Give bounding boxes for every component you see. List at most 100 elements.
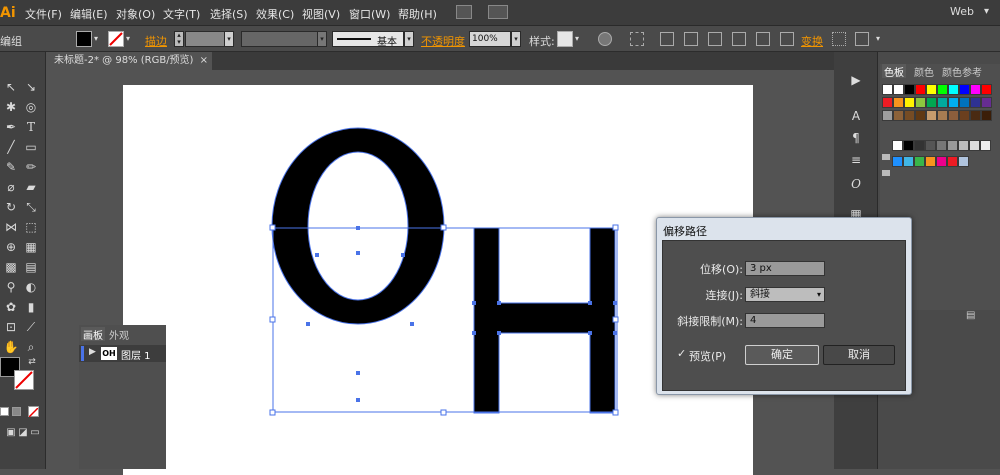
color-swatch[interactable]: [914, 156, 925, 167]
color-swatch[interactable]: [892, 156, 903, 167]
menu-view[interactable]: 视图(V): [302, 6, 340, 22]
rectangle-tool-icon[interactable]: ▭: [22, 138, 40, 156]
layer-name[interactable]: 图层 1: [121, 347, 151, 362]
stroke-weight-dropdown[interactable]: ▾: [224, 31, 234, 47]
variable-width-dropdown[interactable]: ▾: [317, 31, 327, 47]
menu-file[interactable]: 文件(F): [25, 6, 62, 22]
shape-builder-icon[interactable]: ⊕: [2, 238, 20, 256]
align-center-icon[interactable]: [684, 32, 698, 46]
letter-h-shape[interactable]: [473, 227, 616, 414]
lasso-tool-icon[interactable]: ◎: [22, 98, 40, 116]
color-swatch[interactable]: [925, 140, 936, 151]
screen-mode-icon[interactable]: ▭: [26, 424, 44, 442]
graphic-style-dropdown[interactable]: ▾: [575, 34, 579, 43]
tab-color-guide[interactable]: 颜色参考: [942, 64, 982, 79]
color-swatch[interactable]: [915, 110, 926, 121]
color-swatch[interactable]: [893, 110, 904, 121]
selection-tool-icon[interactable]: ↖: [2, 78, 20, 96]
color-swatch[interactable]: [948, 110, 959, 121]
stroke-weight-field[interactable]: [185, 31, 225, 47]
color-swatch[interactable]: [904, 110, 915, 121]
stroke-weight-stepper[interactable]: ▴ ▾: [174, 31, 184, 47]
color-swatch[interactable]: [958, 156, 969, 167]
hand-tool-icon[interactable]: ✋: [2, 338, 20, 356]
play-action-icon[interactable]: ▶: [848, 72, 864, 88]
color-swatch[interactable]: [925, 156, 936, 167]
transform-label[interactable]: 变换: [801, 33, 823, 49]
menu-window[interactable]: 窗口(W): [349, 6, 390, 22]
brush-dropdown[interactable]: ▾: [404, 31, 414, 47]
variable-width-profile[interactable]: [241, 31, 321, 47]
pencil-icon[interactable]: ✏: [22, 158, 40, 176]
slice-tool-icon[interactable]: ⟋: [22, 318, 40, 336]
panel-options-icon[interactable]: [855, 32, 869, 46]
color-swatch[interactable]: [892, 140, 903, 151]
color-swatch[interactable]: [948, 97, 959, 108]
color-swatch[interactable]: [926, 110, 937, 121]
color-swatch[interactable]: [926, 97, 937, 108]
color-swatch[interactable]: [980, 140, 991, 151]
close-icon[interactable]: ×: [200, 52, 208, 70]
color-swatch[interactable]: [893, 97, 904, 108]
color-swatch[interactable]: [947, 156, 958, 167]
color-swatch[interactable]: [904, 97, 915, 108]
perspective-grid-icon[interactable]: ▦: [22, 238, 40, 256]
scale-tool-icon[interactable]: ⤡: [22, 198, 40, 216]
width-tool-icon[interactable]: ⋈: [2, 218, 20, 236]
color-swatch[interactable]: [937, 97, 948, 108]
miter-limit-input[interactable]: 4: [745, 313, 825, 328]
blend-tool-icon[interactable]: ◐: [22, 278, 40, 296]
fill-swatch[interactable]: [76, 31, 92, 47]
align-middle-icon[interactable]: [756, 32, 770, 46]
stroke-label[interactable]: 描边: [145, 33, 167, 49]
color-swatch[interactable]: [903, 140, 914, 151]
align-top-icon[interactable]: [732, 32, 746, 46]
align-bottom-icon[interactable]: [780, 32, 794, 46]
swap-colors-icon[interactable]: ⇄: [26, 356, 38, 368]
color-swatch[interactable]: [904, 84, 915, 95]
mesh-tool-icon[interactable]: ▩: [2, 258, 20, 276]
opacity-field[interactable]: 100%: [469, 31, 511, 47]
paintbrush-icon[interactable]: ✎: [2, 158, 20, 176]
none-mode-icon[interactable]: [28, 406, 39, 418]
menu-select[interactable]: 选择(S): [210, 6, 248, 22]
menu-object[interactable]: 对象(O): [116, 6, 155, 22]
align-panel-icon[interactable]: ≡: [848, 152, 864, 168]
pen-tool-icon[interactable]: ✒: [2, 118, 20, 136]
color-swatch[interactable]: [936, 156, 947, 167]
character-icon[interactable]: A: [848, 108, 864, 124]
offset-input[interactable]: 3 px: [745, 261, 825, 276]
checkmark-icon[interactable]: ✓: [677, 347, 686, 360]
magic-wand-icon[interactable]: ✱: [2, 98, 20, 116]
control-menu-icon[interactable]: ▾: [876, 34, 880, 43]
chevron-down-icon[interactable]: ▾: [984, 6, 989, 17]
align-left-icon[interactable]: [660, 32, 674, 46]
color-swatch[interactable]: [959, 110, 970, 121]
color-swatch[interactable]: [969, 140, 980, 151]
tab-swatches[interactable]: 色板: [882, 64, 906, 79]
cancel-button[interactable]: 取消: [823, 345, 895, 365]
isolate-group-icon[interactable]: [832, 32, 846, 46]
panel-menu-icon[interactable]: ▤: [966, 310, 975, 321]
color-swatch[interactable]: [903, 156, 914, 167]
color-swatch[interactable]: [937, 110, 948, 121]
paragraph-icon[interactable]: ¶: [848, 130, 864, 146]
opentype-icon[interactable]: O: [848, 176, 864, 192]
brush-definition[interactable]: 基本: [332, 31, 404, 48]
symbol-sprayer-icon[interactable]: ✿: [2, 298, 20, 316]
preview-checkbox-label[interactable]: 预览(P): [689, 348, 726, 364]
document-tab[interactable]: 未标题-2* @ 98% (RGB/预览) ×: [46, 52, 212, 70]
color-swatch[interactable]: [915, 84, 926, 95]
color-swatch[interactable]: [937, 84, 948, 95]
workspace-switcher[interactable]: Web: [950, 5, 974, 18]
color-swatch[interactable]: [893, 84, 904, 95]
artboard-tool-icon[interactable]: ⊡: [2, 318, 20, 336]
blob-brush-icon[interactable]: ⌀: [2, 178, 20, 196]
align-to-selection-icon[interactable]: [630, 32, 644, 46]
color-swatch[interactable]: [915, 97, 926, 108]
graphic-style-swatch[interactable]: [557, 31, 573, 47]
tab-color[interactable]: 颜色: [914, 64, 934, 79]
align-right-icon[interactable]: [708, 32, 722, 46]
ok-button[interactable]: 确定: [745, 345, 819, 365]
direct-selection-tool-icon[interactable]: ↘: [22, 78, 40, 96]
